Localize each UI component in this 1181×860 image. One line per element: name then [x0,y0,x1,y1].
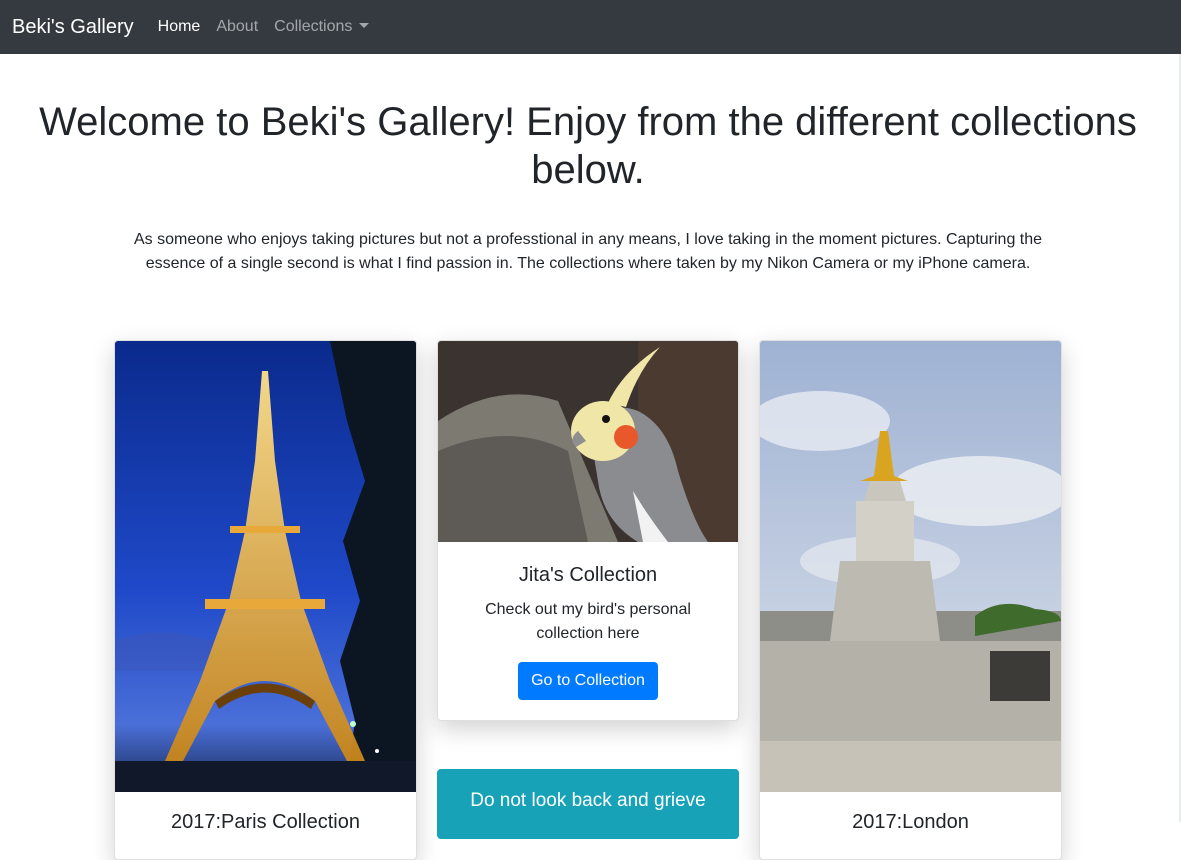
card-jita-text: Check out my bird's personal collection … [485,601,691,642]
card-jita-title: Jita's Collection [518,564,658,586]
nav-about[interactable]: About [216,18,258,36]
card-london-title: 2017:London [852,811,969,833]
caret-down-icon [359,23,370,28]
page-title: Welcome to Beki's Gallery! Enjoy from th… [39,100,1137,192]
intro-paragraph: As someone who enjoys taking pictures bu… [133,231,1043,272]
cockatiel-photo [438,341,738,542]
card-paris: 2017:Paris Collection [114,340,417,860]
quote-card: Do not look back and grieve [437,769,739,839]
nav-collections-dropdown[interactable]: Collections [274,18,370,36]
card-london: 2017:London [759,340,1062,860]
victoria-memorial-photo [760,341,1061,792]
nav-collections-label: Collections [274,18,353,35]
go-to-collection-button[interactable]: Go to Collection [518,662,658,700]
eiffel-tower-photo [115,341,416,792]
quote-text: Do not look back and grieve [470,790,706,811]
card-paris-title: 2017:Paris Collection [171,811,360,833]
nav-home[interactable]: Home [158,18,201,36]
card-jita: Jita's Collection Check out my bird's pe… [437,340,739,721]
navbar-brand[interactable]: Beki's Gallery [12,16,134,39]
navbar: Beki's Gallery Home About Collections [0,0,1181,54]
